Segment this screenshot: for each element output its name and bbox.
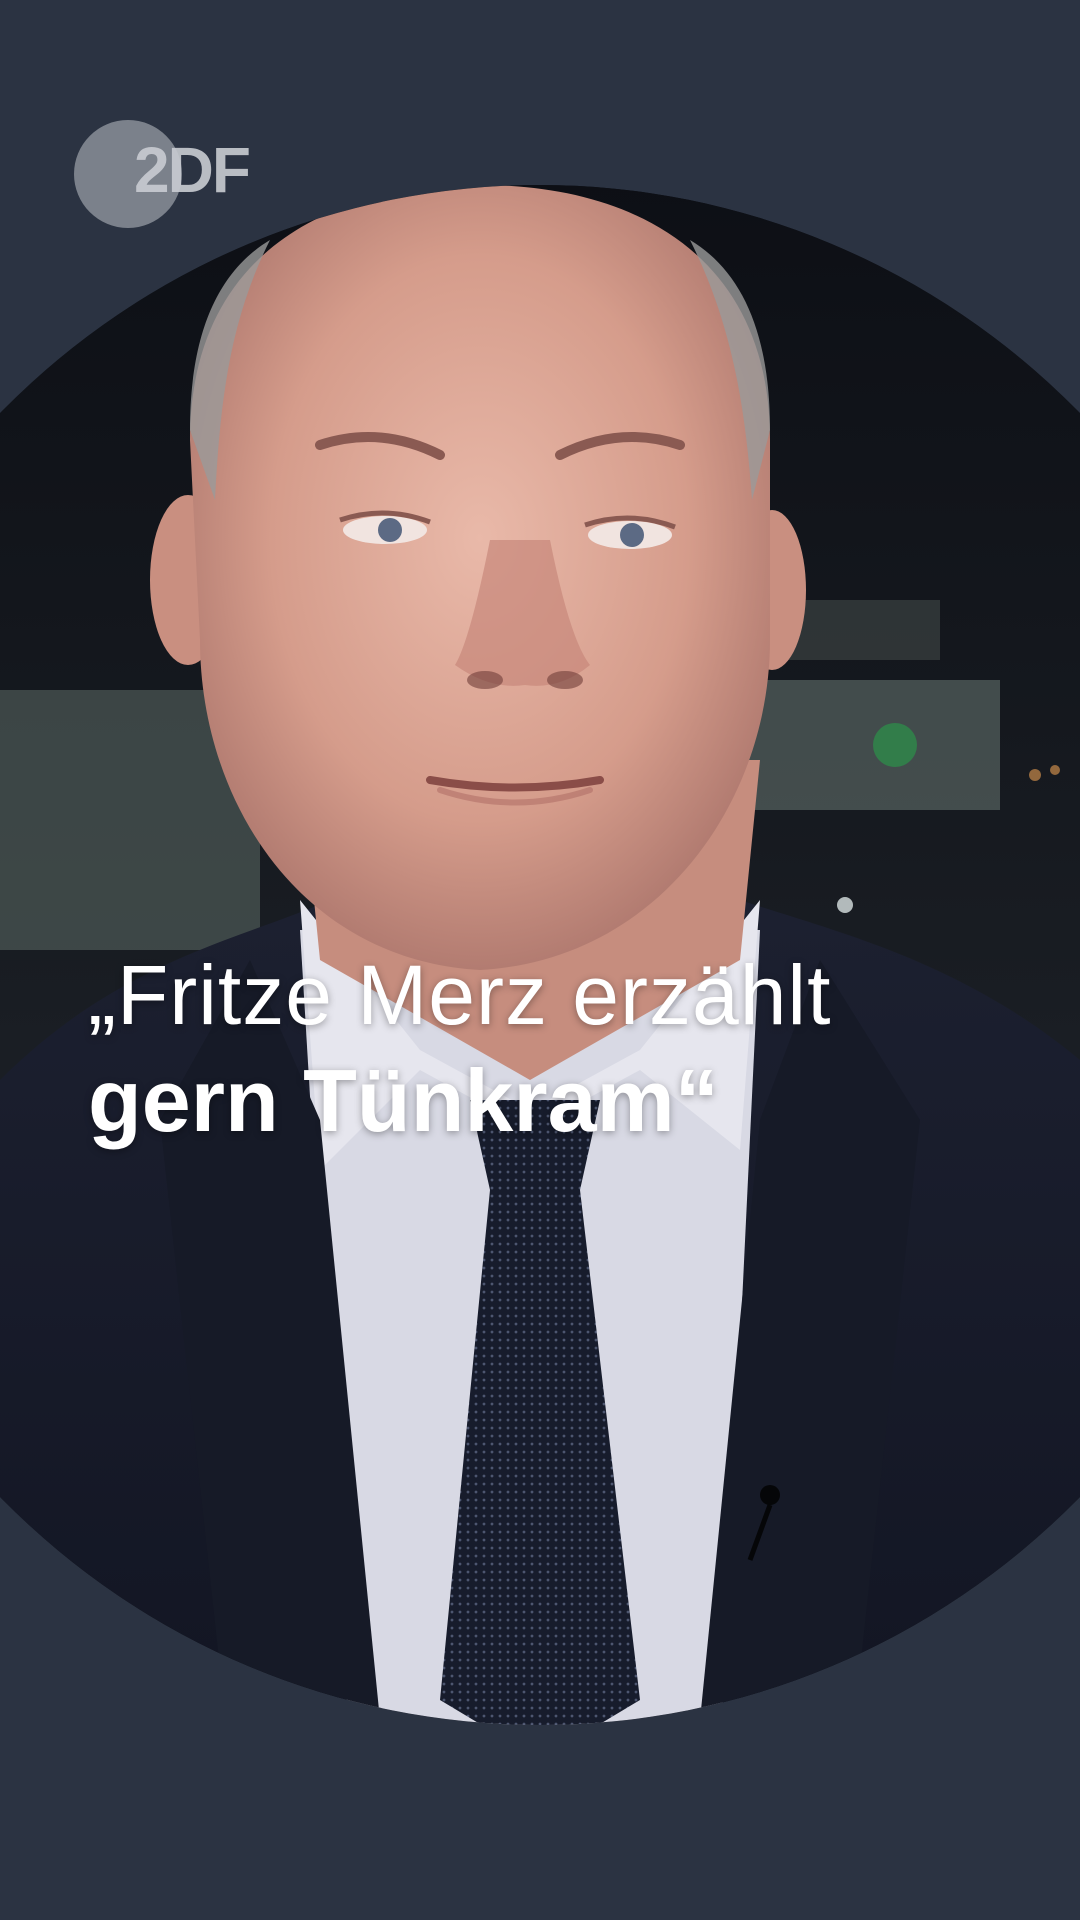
post-canvas: 2DF „Fritze Merz erzählt gern Tünkram“ (0, 0, 1080, 1920)
quote-headline: „Fritze Merz erzählt gern Tünkram“ (88, 945, 1048, 1156)
quote-line-1: „Fritze Merz erzählt (88, 948, 832, 1042)
zdf-logo-text: 2DF (134, 134, 251, 206)
zdf-logo: 2DF (74, 120, 274, 230)
quote-line-2: gern Tünkram“ (88, 1050, 719, 1150)
